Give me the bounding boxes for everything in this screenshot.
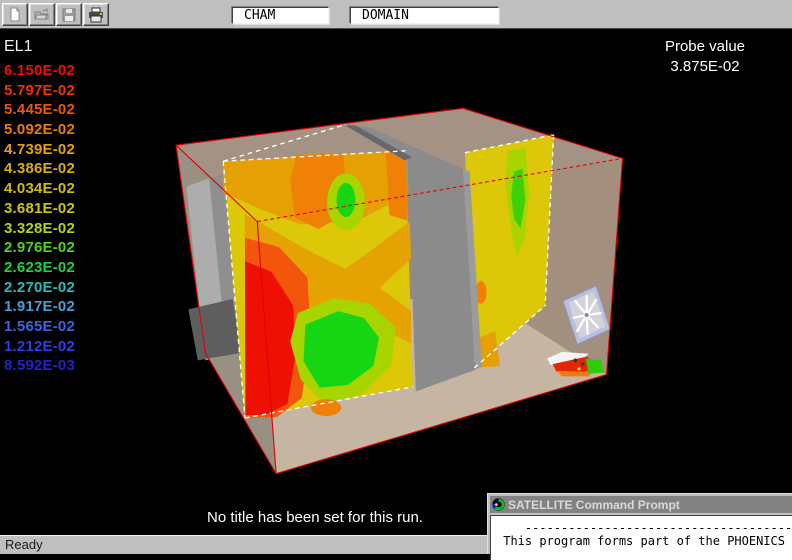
- legend-entry: 1.917E-02: [4, 297, 75, 317]
- legend-entry: 4.034E-02: [4, 179, 75, 199]
- legend-entry: 3.681E-02: [4, 199, 75, 219]
- contour-plane-left: [223, 150, 413, 418]
- legend-entry: 2.270E-02: [4, 278, 75, 298]
- printer-icon: [88, 7, 104, 23]
- open-file-button[interactable]: [29, 3, 55, 26]
- domain-field[interactable]: DOMAIN: [350, 7, 499, 24]
- legend-entry: 5.092E-02: [4, 120, 75, 140]
- console-line-2: This program forms part of the PHOENICS …: [496, 534, 792, 548]
- command-prompt-title: SATELLITE Command Prompt: [508, 498, 680, 512]
- 3d-room-scene[interactable]: [0, 30, 792, 535]
- phoenics-app-icon: [492, 498, 505, 511]
- toolbar: CHAM DOMAIN: [0, 0, 792, 29]
- legend-entry: 1.565E-02: [4, 317, 75, 337]
- probe-value: 3.875E-02: [630, 58, 780, 75]
- legend-entry: 1.212E-02: [4, 337, 75, 357]
- command-prompt-output: ----------------------------------------…: [490, 515, 792, 560]
- legend-entry: 4.386E-02: [4, 159, 75, 179]
- new-file-icon: [7, 7, 23, 23]
- console-line-1: ----------------------------------------: [496, 521, 792, 535]
- legend-variable-name: EL1: [4, 38, 75, 56]
- save-floppy-icon: [61, 7, 77, 23]
- new-file-button[interactable]: [2, 3, 28, 26]
- legend-entry: 5.445E-02: [4, 100, 75, 120]
- command-prompt-titlebar[interactable]: SATELLITE Command Prompt: [490, 496, 792, 513]
- phoenics-viewer-window: { "toolbar": { "fields": { "cham": "CHAM…: [0, 0, 792, 554]
- left-door-dark: [188, 299, 241, 360]
- save-file-button[interactable]: [56, 3, 82, 26]
- legend-entry: 5.797E-02: [4, 81, 75, 101]
- satellite-command-prompt-window: SATELLITE Command Prompt ---------------…: [487, 493, 792, 554]
- legend-entry: 2.976E-02: [4, 238, 75, 258]
- legend-entry: 6.150E-02: [4, 61, 75, 81]
- print-button[interactable]: [83, 3, 109, 26]
- probe-label: Probe value: [630, 38, 780, 55]
- legend-entry: 2.623E-02: [4, 258, 75, 278]
- contour-legend: EL1 6.150E-02 5.797E-02 5.445E-02 5.092E…: [4, 38, 75, 376]
- probe-readout: Probe value 3.875E-02: [630, 38, 780, 75]
- open-folder-icon: [34, 7, 50, 23]
- legend-entry: 8.592E-03: [4, 356, 75, 376]
- legend-entry: 4.739E-02: [4, 140, 75, 160]
- cham-field[interactable]: CHAM: [232, 7, 329, 24]
- legend-entry: 3.328E-02: [4, 219, 75, 239]
- status-text: Ready: [5, 537, 43, 552]
